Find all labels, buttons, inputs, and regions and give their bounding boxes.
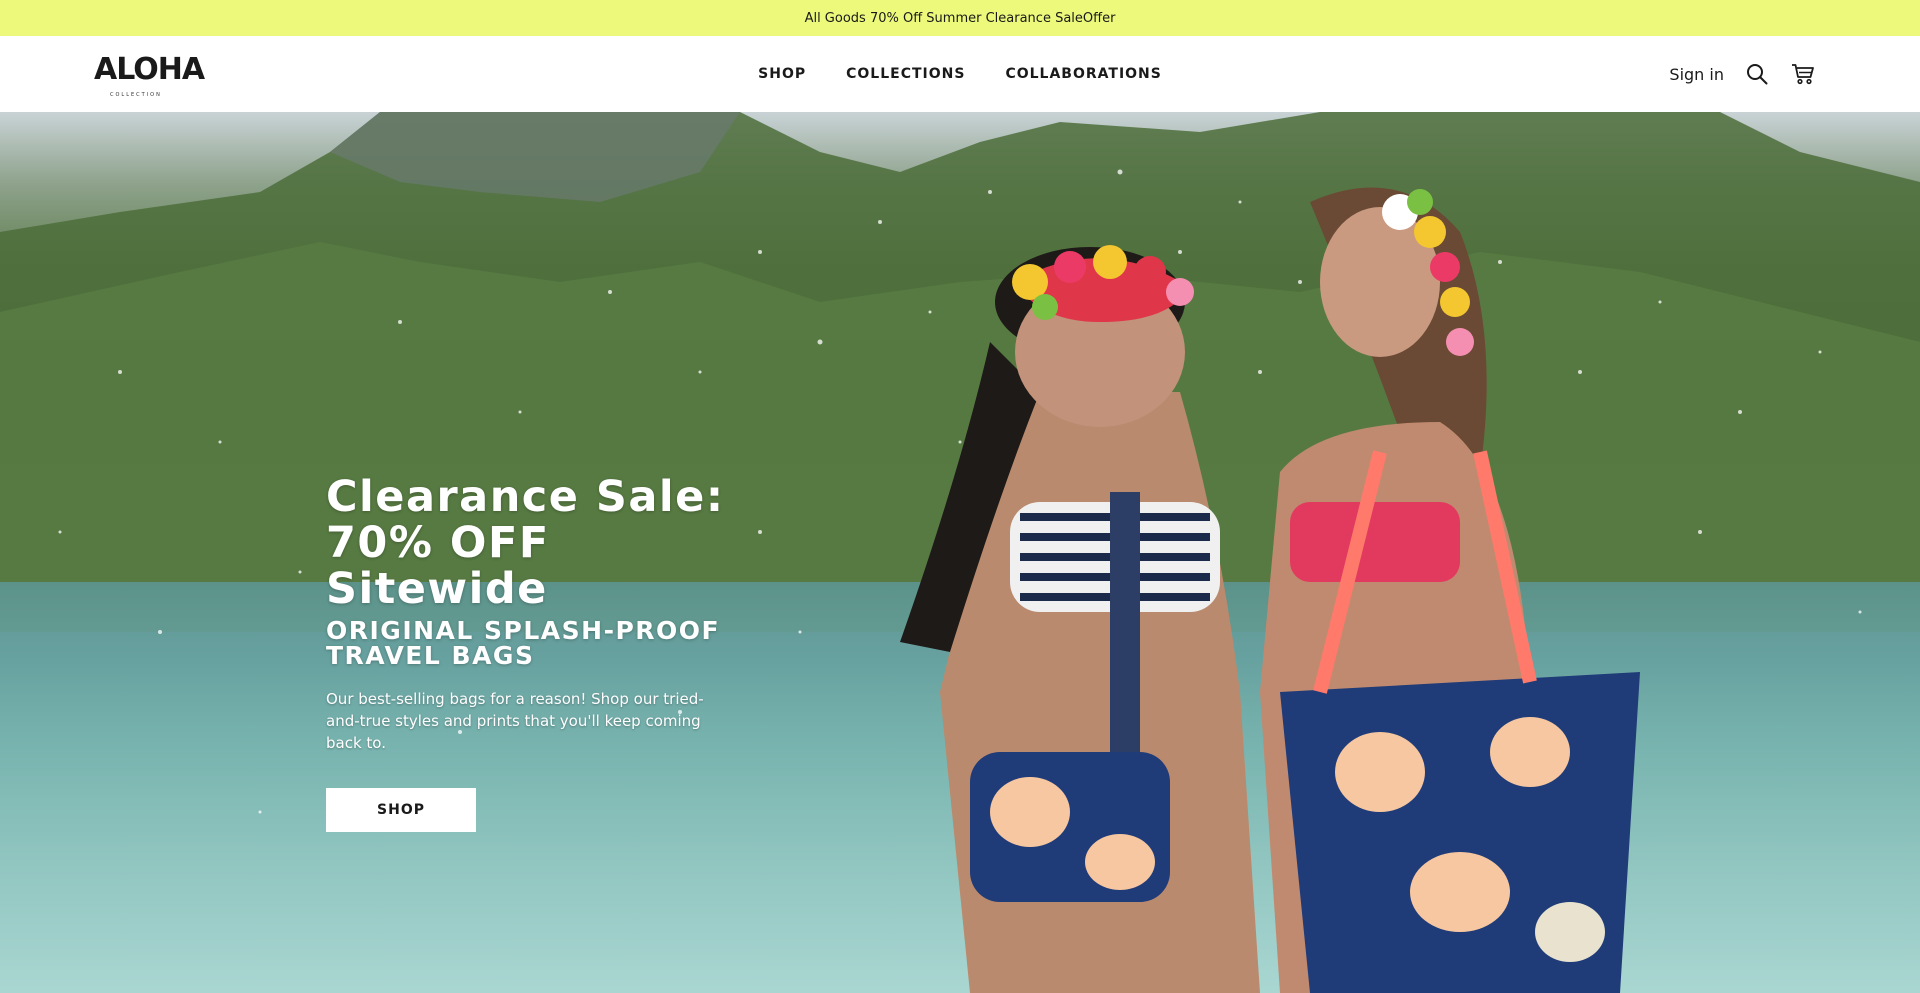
hero-title-line: Sitewide [326, 564, 548, 614]
hero-shop-button[interactable]: SHOP [326, 788, 476, 832]
site-header: ALOHA COLLECTION SHOP COLLECTIONS COLLAB… [0, 36, 1920, 112]
announcement-text: All Goods 70% Off Summer Clearance SaleO… [804, 10, 1116, 26]
search-icon[interactable] [1744, 61, 1770, 87]
hero-title-line: 70% OFF [326, 518, 550, 568]
hero-content: Clearance Sale: 70% OFF Sitewide ORIGINA… [326, 474, 726, 832]
hero-description: Our best-selling bags for a reason! Shop… [326, 690, 704, 752]
logo[interactable]: ALOHA COLLECTION [92, 44, 205, 104]
hero-title: Clearance Sale: 70% OFF Sitewide [326, 474, 726, 612]
logo-wordmark: ALOHA [94, 52, 205, 87]
header-actions: Sign in [1669, 36, 1816, 112]
nav-item-shop[interactable]: SHOP [758, 66, 806, 82]
sign-in-link[interactable]: Sign in [1669, 65, 1724, 84]
nav-item-collaborations[interactable]: COLLABORATIONS [1005, 66, 1161, 82]
announcement-bar: All Goods 70% Off Summer Clearance SaleO… [0, 0, 1920, 36]
hero-banner: Clearance Sale: 70% OFF Sitewide ORIGINA… [0, 112, 1920, 993]
hero-title-line: Clearance Sale: [326, 472, 725, 522]
hero-subtitle-line: TRAVEL BAGS [326, 641, 535, 670]
nav-item-collections[interactable]: COLLECTIONS [846, 66, 965, 82]
main-nav: SHOP COLLECTIONS COLLABORATIONS [0, 36, 1920, 112]
hero-subtitle-line: ORIGINAL SPLASH-PROOF [326, 616, 721, 645]
hero-subtitle: ORIGINAL SPLASH-PROOF TRAVEL BAGS [326, 618, 726, 668]
logo-subtext: COLLECTION [110, 92, 162, 98]
hero-models-with-bags [900, 187, 1640, 993]
cart-icon[interactable] [1790, 61, 1816, 87]
